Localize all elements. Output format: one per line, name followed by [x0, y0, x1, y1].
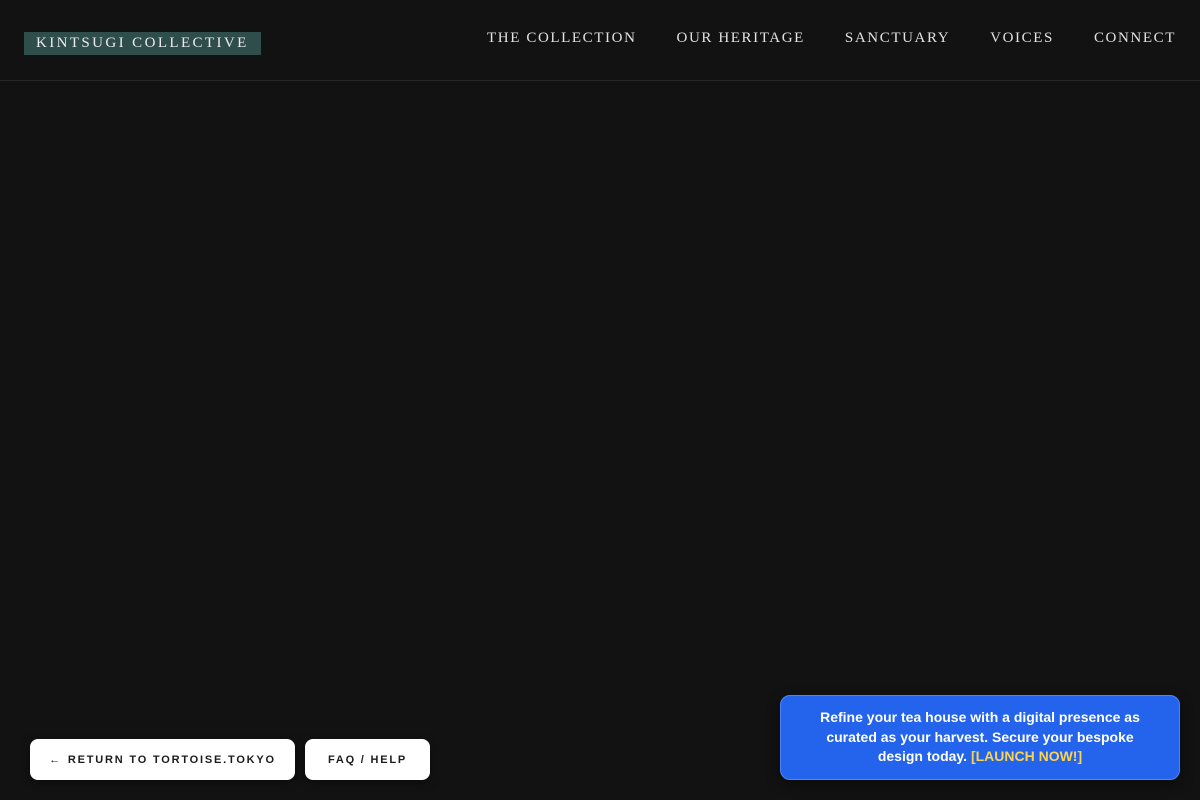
return-to-tortoise-button[interactable]: ← RETURN TO TORTOISE.TOKYO: [30, 739, 295, 780]
arrow-left-icon: ←: [49, 753, 62, 766]
launch-now-link[interactable]: [LAUNCH NOW!]: [971, 748, 1082, 764]
promo-banner: Refine your tea house with a digital pre…: [780, 695, 1180, 780]
nav-item-voices[interactable]: VOICES: [990, 29, 1054, 47]
main-nav: THE COLLECTION OUR HERITAGE SANCTUARY VO…: [487, 29, 1176, 47]
nav-item-sanctuary[interactable]: SANCTUARY: [845, 29, 950, 47]
main-content-area: [0, 81, 1200, 800]
faq-button-label: FAQ / HELP: [327, 753, 408, 766]
nav-item-the-collection[interactable]: THE COLLECTION: [487, 29, 636, 47]
nav-item-our-heritage[interactable]: OUR HERITAGE: [677, 29, 805, 47]
faq-help-button[interactable]: FAQ / HELP: [305, 739, 430, 780]
promo-message: Refine your tea house with a digital pre…: [815, 708, 1145, 767]
nav-item-connect[interactable]: CONNECT: [1094, 29, 1176, 47]
top-navigation-bar: KINTSUGI COLLECTIVE THE COLLECTION OUR H…: [0, 0, 1200, 81]
return-button-label: RETURN TO TORTOISE.TOKYO: [67, 753, 276, 766]
brand-logo[interactable]: KINTSUGI COLLECTIVE: [24, 32, 261, 55]
